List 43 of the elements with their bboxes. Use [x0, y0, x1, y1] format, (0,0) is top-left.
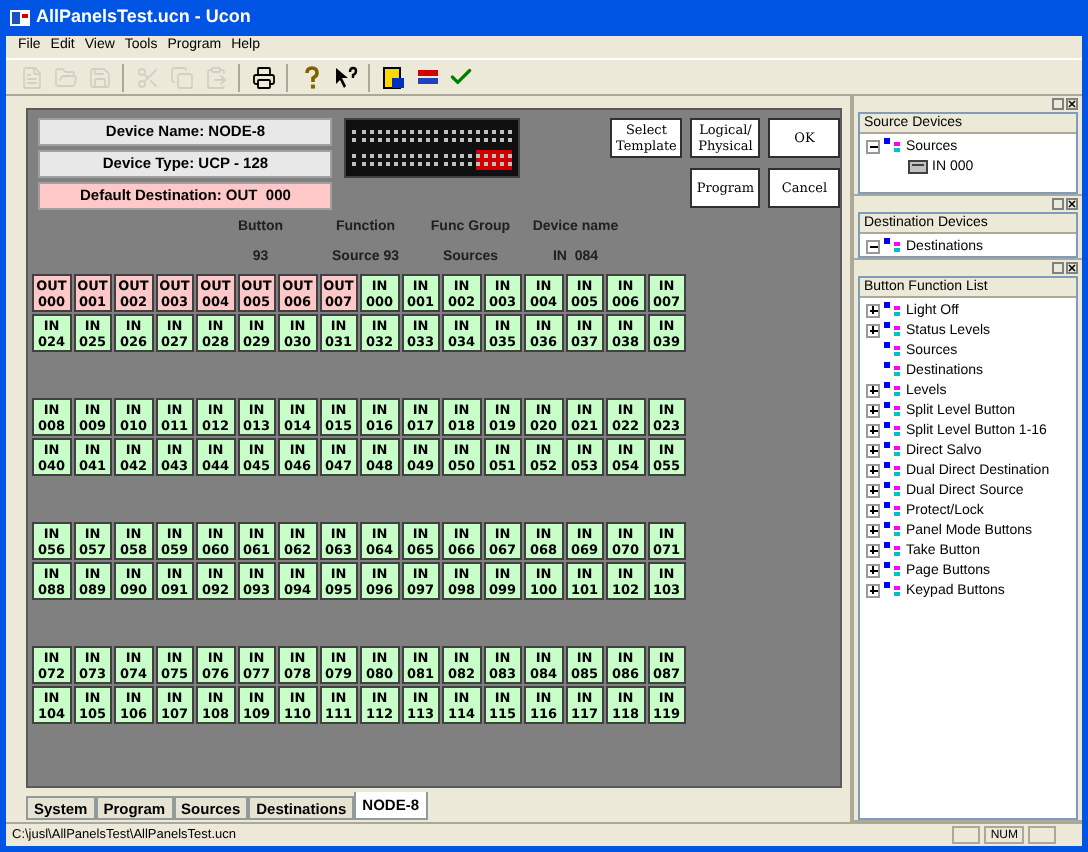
collapse-toggle[interactable]: [866, 139, 880, 153]
tree-node-icon: [884, 422, 902, 438]
tree-node-icon: [884, 542, 902, 558]
expand-toggle[interactable]: [866, 303, 880, 317]
preview-block[interactable]: [352, 150, 390, 170]
tree-node-icon: [884, 482, 902, 498]
app-icon: [10, 8, 30, 28]
close-icon[interactable]: [1066, 262, 1078, 274]
close-icon[interactable]: [1066, 98, 1078, 110]
tree-node-icon: [884, 322, 902, 338]
expand-toggle[interactable]: [866, 503, 880, 517]
tree-node-icon: [884, 442, 902, 458]
tree-node-icon: [884, 562, 902, 578]
preview-block[interactable]: [352, 126, 390, 146]
expand-toggle[interactable]: [866, 463, 880, 477]
expand-toggle[interactable]: [866, 423, 880, 437]
expand-toggle[interactable]: [866, 443, 880, 457]
tree-node-icon: [884, 138, 902, 154]
window-title: AllPanelsTest.ucn - Ucon: [36, 4, 251, 31]
close-icon[interactable]: [1066, 198, 1078, 210]
tree-node-icon: [884, 382, 902, 398]
expand-toggle[interactable]: [866, 483, 880, 497]
tree-node-icon: [884, 522, 902, 538]
expand-toggle[interactable]: [866, 523, 880, 537]
tree-node-icon: [884, 462, 902, 478]
expand-toggle[interactable]: [866, 403, 880, 417]
preview-block[interactable]: [475, 150, 513, 170]
tree-node-icon: [884, 402, 902, 418]
tree-node-icon: [884, 582, 902, 598]
expand-toggle[interactable]: [866, 563, 880, 577]
expand-toggle[interactable]: [866, 583, 880, 597]
expand-toggle[interactable]: [866, 323, 880, 337]
tree-node-icon: [884, 238, 902, 254]
tree-node-icon: [884, 502, 902, 518]
preview-block[interactable]: [475, 126, 513, 146]
tree-node-icon: [884, 342, 902, 358]
expand-toggle[interactable]: [866, 383, 880, 397]
tree-node-icon: [884, 302, 902, 318]
device-icon: [908, 159, 928, 173]
collapse-toggle[interactable]: [866, 239, 880, 253]
preview-block[interactable]: [434, 150, 472, 170]
tree-node-icon: [884, 362, 902, 378]
expand-toggle[interactable]: [866, 543, 880, 557]
